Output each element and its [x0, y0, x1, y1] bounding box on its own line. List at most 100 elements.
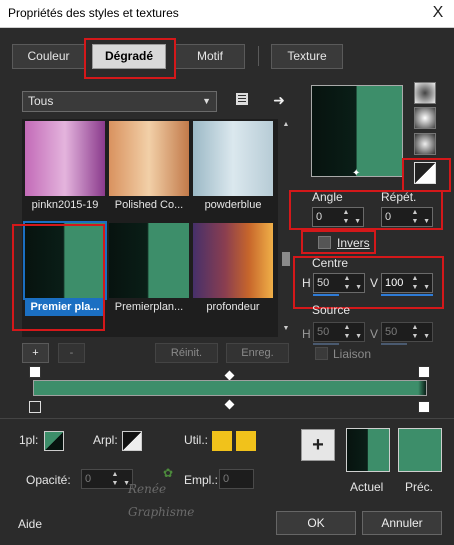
- add-to-swatches-button[interactable]: +: [301, 429, 335, 461]
- center-v-value: 100: [385, 277, 404, 289]
- spin-arrows-icon[interactable]: ▲ ▼: [343, 323, 351, 341]
- center-marker-icon[interactable]: ✦: [352, 168, 360, 179]
- tab-texture[interactable]: Texture: [271, 44, 343, 69]
- spin-arrows-icon[interactable]: ▲ ▼: [411, 274, 419, 292]
- radial-type-icon[interactable]: [414, 133, 436, 155]
- save-gradient-button[interactable]: Enreg.: [226, 343, 289, 363]
- color-stop-top-right[interactable]: [418, 366, 430, 378]
- spin-arrows-icon[interactable]: ▲ ▼: [411, 323, 419, 341]
- gradient-label: Polished Co...: [114, 199, 184, 211]
- window-title: Propriétés des styles et textures: [8, 6, 179, 20]
- center-v-spinbox[interactable]: 100 ▲ ▼ ▼: [381, 273, 433, 293]
- category-dropdown[interactable]: Tous ▼: [22, 91, 217, 112]
- center-h-slider-fill: [313, 294, 339, 296]
- gradient-label: pinkn2015-19: [31, 199, 99, 211]
- previous-gradient-sample[interactable]: [398, 428, 442, 472]
- gradient-item[interactable]: pinkn2015-19: [25, 121, 105, 215]
- angle-value: 0: [316, 211, 323, 223]
- user-color-label: Util.:: [184, 433, 208, 447]
- gallery-scrollbar[interactable]: ▲ ▼: [280, 119, 292, 337]
- source-h-slider-fill: [313, 343, 339, 345]
- center-v-slider-fill: [381, 294, 433, 296]
- rectangular-type-icon[interactable]: [414, 107, 436, 129]
- source-h-spinbox[interactable]: 50 ▲ ▼ ▼: [313, 322, 365, 342]
- gradient-preview[interactable]: ✦: [311, 85, 403, 179]
- add-gradient-button[interactable]: +: [22, 343, 49, 363]
- spin-arrows-icon[interactable]: ▲ ▼: [411, 208, 419, 226]
- close-icon[interactable]: X: [426, 2, 450, 24]
- opacity-label: Opacité:: [26, 473, 71, 487]
- current-gradient-sample[interactable]: [346, 428, 390, 472]
- color-stop-bottom-right[interactable]: [418, 401, 430, 413]
- user-color-swatch-2[interactable]: [236, 431, 256, 451]
- previous-label: Préc.: [405, 480, 434, 494]
- foreground-stop-swatch[interactable]: [44, 431, 64, 451]
- tab-divider: [258, 46, 259, 66]
- help-link[interactable]: Aide: [18, 517, 42, 531]
- foreground-label: 1pl:: [19, 433, 39, 447]
- gradient-item[interactable]: Premierplan...: [109, 223, 189, 317]
- sunburst-type-icon[interactable]: [414, 162, 436, 184]
- reset-button[interactable]: Réinit.: [155, 343, 218, 363]
- tab-degrade[interactable]: Dégradé: [92, 44, 166, 69]
- section-divider: [0, 418, 454, 419]
- gradient-item[interactable]: Polished Co...: [109, 121, 189, 215]
- center-h-spinbox[interactable]: 50 ▲ ▼ ▼: [313, 273, 365, 293]
- gradient-label: Premierplan...: [114, 301, 184, 313]
- tab-couleur[interactable]: Couleur: [12, 44, 85, 69]
- center-h-value: 50: [317, 277, 330, 289]
- gradient-swatch: [193, 223, 273, 298]
- location-label: Empl.:: [184, 473, 219, 487]
- list-view-icon[interactable]: [233, 91, 251, 109]
- user-color-swatch-1[interactable]: [212, 431, 232, 451]
- remove-gradient-button[interactable]: -: [58, 343, 85, 363]
- background-stop-swatch[interactable]: [122, 431, 142, 451]
- midpoint-marker-top[interactable]: [224, 370, 235, 381]
- source-label: Source: [312, 303, 351, 317]
- arrow-right-icon[interactable]: ➜: [270, 91, 288, 109]
- gradient-editor-bar[interactable]: [33, 380, 427, 396]
- gradient-swatch: [23, 221, 107, 300]
- color-stop-top-left[interactable]: [29, 366, 41, 378]
- center-label: Centre: [312, 256, 349, 270]
- watermark-logo-2: Graphisme: [128, 505, 195, 519]
- gradient-label: profondeur: [206, 301, 260, 313]
- gradient-swatch: [193, 121, 273, 196]
- linear-type-icon[interactable]: [414, 82, 436, 104]
- current-label: Actuel: [350, 480, 384, 494]
- link-checkbox[interactable]: [315, 347, 328, 360]
- angle-label: Angle: [312, 190, 343, 204]
- chevron-down-icon[interactable]: ▼: [423, 213, 430, 231]
- tab-motif[interactable]: Motif: [175, 44, 245, 69]
- category-value: Tous: [28, 94, 54, 108]
- location-value: 0: [223, 473, 230, 485]
- spin-arrows-icon[interactable]: ▲ ▼: [342, 208, 350, 226]
- gradient-item-selected[interactable]: Premier pla...: [23, 221, 107, 317]
- scroll-thumb[interactable]: [282, 252, 290, 266]
- scroll-down-icon[interactable]: ▼: [281, 325, 291, 335]
- background-label: Arpl:: [93, 433, 118, 447]
- cancel-button[interactable]: Annuler: [362, 511, 442, 535]
- angle-spinbox[interactable]: 0 ▲ ▼ ▼: [312, 207, 364, 227]
- gradient-item[interactable]: profondeur: [193, 223, 273, 317]
- chevron-down-icon[interactable]: ▼: [355, 279, 362, 297]
- spin-arrows-icon[interactable]: ▲ ▼: [343, 274, 351, 292]
- spin-arrows-icon[interactable]: ▲ ▼: [111, 470, 119, 488]
- location-field[interactable]: 0: [219, 469, 254, 489]
- chevron-down-icon[interactable]: ▼: [355, 328, 362, 346]
- opacity-spinbox[interactable]: 0 ▲ ▼ ▼: [81, 469, 133, 489]
- color-stop-bottom-left[interactable]: [29, 401, 41, 413]
- source-v-spinbox[interactable]: 50 ▲ ▼ ▼: [381, 322, 433, 342]
- chevron-down-icon[interactable]: ▼: [354, 213, 361, 231]
- source-v-value: 50: [385, 326, 398, 338]
- gradient-item[interactable]: powderblue: [193, 121, 273, 215]
- ok-button[interactable]: OK: [276, 511, 356, 535]
- gradient-gallery: pinkn2015-19 Polished Co... powderblue P…: [22, 119, 278, 337]
- scroll-up-icon[interactable]: ▲: [281, 121, 291, 131]
- chevron-down-icon[interactable]: ▼: [423, 328, 430, 346]
- repeat-spinbox[interactable]: 0 ▲ ▼ ▼: [381, 207, 433, 227]
- midpoint-marker-bottom[interactable]: [224, 399, 235, 410]
- leaf-icon: ✿: [163, 466, 174, 480]
- invert-checkbox[interactable]: [318, 236, 331, 249]
- gradient-swatch: [25, 121, 105, 196]
